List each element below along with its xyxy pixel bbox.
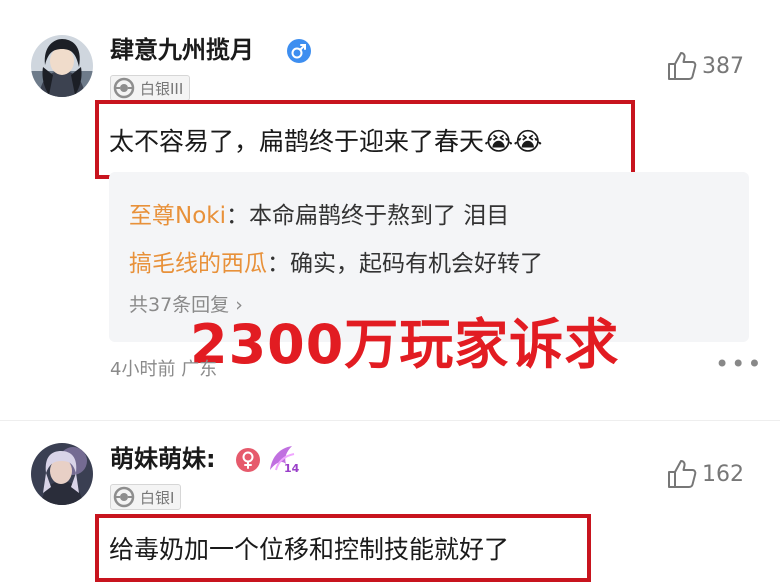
- comment-meta: 4小时前 广东: [110, 355, 217, 381]
- female-icon: [235, 447, 261, 477]
- reply-author[interactable]: 至尊Noki: [129, 203, 226, 229]
- more-options-button[interactable]: •••: [715, 350, 763, 378]
- level-badge: 白银I: [110, 484, 182, 510]
- comment-text: 太不容易了，扁鹊终于迎来了春天😭😭: [109, 126, 543, 156]
- like-button[interactable]: 162: [666, 458, 744, 490]
- male-icon: [286, 38, 312, 68]
- username[interactable]: 肆意九州揽月: [110, 35, 254, 65]
- level-badge: 白银III: [110, 75, 191, 101]
- location: 广东: [181, 359, 218, 380]
- rank-badge-icon: 14: [266, 444, 300, 478]
- comment-highlight-box: 太不容易了，扁鹊终于迎来了春天😭😭: [95, 100, 635, 179]
- timestamp: 4小时前: [110, 359, 176, 380]
- reply-text: ：确实，起码有机会好转了: [267, 251, 543, 277]
- avatar[interactable]: [31, 35, 93, 97]
- divider: [0, 420, 780, 421]
- level-emblem-icon: [113, 77, 135, 99]
- reply-item[interactable]: 搞毛线的西瓜：确实，起码有机会好转了: [129, 244, 543, 278]
- reply-author[interactable]: 搞毛线的西瓜: [129, 251, 267, 277]
- reply-item[interactable]: 至尊Noki：本命扁鹊终于熬到了 泪目: [129, 196, 509, 230]
- avatar[interactable]: [31, 443, 93, 505]
- like-count: 387: [702, 53, 744, 79]
- overlay-caption: 2300万玩家诉求: [190, 313, 620, 376]
- like-count: 162: [702, 461, 744, 487]
- thumbs-up-icon: [668, 52, 697, 80]
- comment-highlight-box: 给毒奶加一个位移和控制技能就好了: [95, 514, 591, 582]
- username[interactable]: 萌妹萌妹:: [110, 444, 216, 474]
- level-emblem-icon: [113, 486, 135, 508]
- level-label: 白银III: [140, 79, 184, 98]
- level-label: 白银I: [140, 488, 175, 507]
- comment-text: 给毒奶加一个位移和控制技能就好了: [109, 535, 510, 564]
- reply-text: ：本命扁鹊终于熬到了 泪目: [226, 203, 510, 229]
- like-button[interactable]: 387: [666, 50, 744, 82]
- svg-text:14: 14: [284, 462, 300, 474]
- thumbs-up-icon: [668, 460, 697, 488]
